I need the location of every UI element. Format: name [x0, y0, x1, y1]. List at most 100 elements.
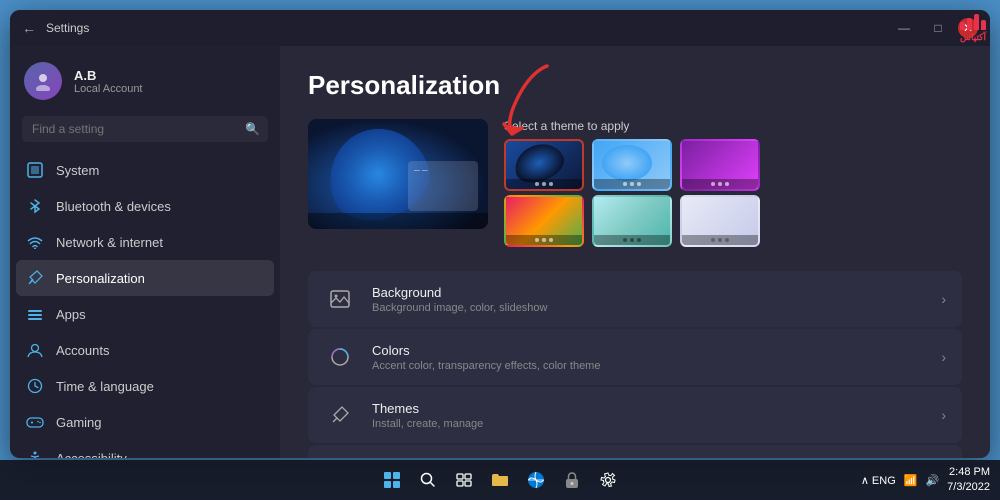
- colors-text: Colors Accent color, transparency effect…: [372, 343, 925, 372]
- theme-row-2: [504, 195, 962, 247]
- settings-item-background[interactable]: Background Background image, color, slid…: [308, 271, 962, 327]
- theme-preview-large: ─ ─: [308, 119, 488, 229]
- sidebar-item-network[interactable]: Network & internet: [16, 224, 274, 260]
- task-view-button[interactable]: [450, 466, 478, 494]
- themes-chevron: ›: [941, 407, 946, 423]
- sidebar-label-accessibility: Accessibility: [56, 451, 127, 459]
- theme-thumb-5[interactable]: [592, 195, 672, 247]
- taskbar-center: [378, 466, 622, 494]
- background-icon: [324, 283, 356, 315]
- theme-taskbar-2: [594, 179, 670, 189]
- profile-info: A.B Local Account: [74, 68, 143, 95]
- sidebar-item-bluetooth[interactable]: Bluetooth & devices: [16, 188, 274, 224]
- settings-item-lockscreen[interactable]: Lock screen Lock screen images, apps, an…: [308, 445, 962, 458]
- taskbar-right: ∧ ENG 📶 🔊 2:48 PM 7/3/2022: [861, 465, 990, 496]
- themes-title: Themes: [372, 401, 925, 416]
- main-content: Personalization ─ ─ Select a theme to ap…: [280, 46, 990, 458]
- taskbar-volume-icon: 🔊: [925, 474, 939, 487]
- sidebar-label-network: Network & internet: [56, 235, 163, 250]
- settings-list: Background Background image, color, slid…: [308, 271, 962, 458]
- search-icon: 🔍: [245, 122, 260, 136]
- background-subtitle: Background image, color, slideshow: [372, 302, 925, 314]
- minimize-button[interactable]: —: [890, 18, 918, 38]
- accessibility-icon: [26, 449, 44, 458]
- sidebar-nav: System Bluetooth & devices Network & int…: [10, 152, 280, 458]
- colors-icon: [324, 341, 356, 373]
- theme-taskbar-4: [506, 235, 582, 245]
- bluetooth-icon: [26, 197, 44, 215]
- sidebar-item-gaming[interactable]: Gaming: [16, 404, 274, 440]
- theme-thumb-1[interactable]: [504, 139, 584, 191]
- accounts-icon: [26, 341, 44, 359]
- sidebar-label-apps: Apps: [56, 307, 86, 322]
- sidebar-search: 🔍: [22, 116, 268, 142]
- sidebar-item-time[interactable]: Time & language: [16, 368, 274, 404]
- theme-taskbar-5: [594, 235, 670, 245]
- colors-chevron: ›: [941, 349, 946, 365]
- browser-button[interactable]: [522, 466, 550, 494]
- settings-item-themes[interactable]: Themes Install, create, manage ›: [308, 387, 962, 443]
- search-input[interactable]: [22, 116, 268, 142]
- background-chevron: ›: [941, 291, 946, 307]
- theme-taskbar-3: [682, 179, 758, 189]
- window-title: Settings: [46, 21, 89, 35]
- theme-thumb-2[interactable]: [592, 139, 672, 191]
- page-title: Personalization: [308, 70, 962, 101]
- settings-item-colors[interactable]: Colors Accent color, transparency effect…: [308, 329, 962, 385]
- apps-icon: [26, 305, 44, 323]
- personalization-icon: [26, 269, 44, 287]
- taskbar-systray: ∧ ENG: [861, 474, 896, 487]
- gaming-icon: [26, 413, 44, 431]
- theme-thumb-3[interactable]: [680, 139, 760, 191]
- settings-body: A.B Local Account 🔍 System: [10, 46, 990, 458]
- colors-subtitle: Accent color, transparency effects, colo…: [372, 360, 925, 372]
- theme-section: ─ ─ Select a theme to apply: [308, 119, 962, 247]
- taskbar-settings-button[interactable]: [594, 466, 622, 494]
- maximize-button[interactable]: □: [924, 18, 952, 38]
- start-button[interactable]: [378, 466, 406, 494]
- background-text: Background Background image, color, slid…: [372, 285, 925, 314]
- sidebar-label-time: Time & language: [56, 379, 154, 394]
- sidebar-item-personalization[interactable]: Personalization: [16, 260, 274, 296]
- themes-text: Themes Install, create, manage: [372, 401, 925, 430]
- background-title: Background: [372, 285, 925, 300]
- taskbar-preview-bar: [308, 213, 488, 229]
- sidebar-item-accounts[interactable]: Accounts: [16, 332, 274, 368]
- colors-title: Colors: [372, 343, 925, 358]
- sidebar-item-system[interactable]: System: [16, 152, 274, 188]
- close-button[interactable]: ✕: [958, 18, 978, 38]
- taskbar-clock[interactable]: 2:48 PM 7/3/2022: [947, 465, 990, 496]
- sidebar-item-accessibility[interactable]: Accessibility: [16, 440, 274, 458]
- window-controls: — □ ✕: [890, 18, 978, 38]
- profile-account-type: Local Account: [74, 83, 143, 95]
- sidebar-label-system: System: [56, 163, 99, 178]
- theme-thumb-4[interactable]: [504, 195, 584, 247]
- taskbar: ∧ ENG 📶 🔊 2:48 PM 7/3/2022: [0, 460, 1000, 500]
- file-explorer-button[interactable]: [486, 466, 514, 494]
- theme-taskbar-6: [682, 235, 758, 245]
- theme-taskbar-1: [506, 179, 582, 189]
- themes-icon: [324, 399, 356, 431]
- taskbar-search-button[interactable]: [414, 466, 442, 494]
- taskbar-lock-button[interactable]: [558, 466, 586, 494]
- settings-window: ← Settings — □ ✕ A.B Local Account: [10, 10, 990, 458]
- themes-subtitle: Install, create, manage: [372, 418, 925, 430]
- sidebar-label-bluetooth: Bluetooth & devices: [56, 199, 171, 214]
- sidebar-profile[interactable]: A.B Local Account: [10, 46, 280, 112]
- back-button[interactable]: ←: [22, 20, 36, 36]
- profile-name: A.B: [74, 68, 143, 83]
- window-preview-bar: ─ ─: [408, 161, 478, 211]
- theme-section-label: Select a theme to apply: [504, 119, 962, 133]
- title-bar: ← Settings — □ ✕: [10, 10, 990, 46]
- time-icon: [26, 377, 44, 395]
- avatar: [24, 62, 62, 100]
- lockscreen-icon: [324, 457, 356, 458]
- sidebar-label-personalization: Personalization: [56, 271, 145, 286]
- sidebar-item-apps[interactable]: Apps: [16, 296, 274, 332]
- sidebar-label-gaming: Gaming: [56, 415, 102, 430]
- theme-thumb-6[interactable]: [680, 195, 760, 247]
- theme-grid: [504, 139, 962, 247]
- taskbar-network-icon: 📶: [904, 474, 918, 487]
- network-icon: [26, 233, 44, 251]
- system-icon: [26, 161, 44, 179]
